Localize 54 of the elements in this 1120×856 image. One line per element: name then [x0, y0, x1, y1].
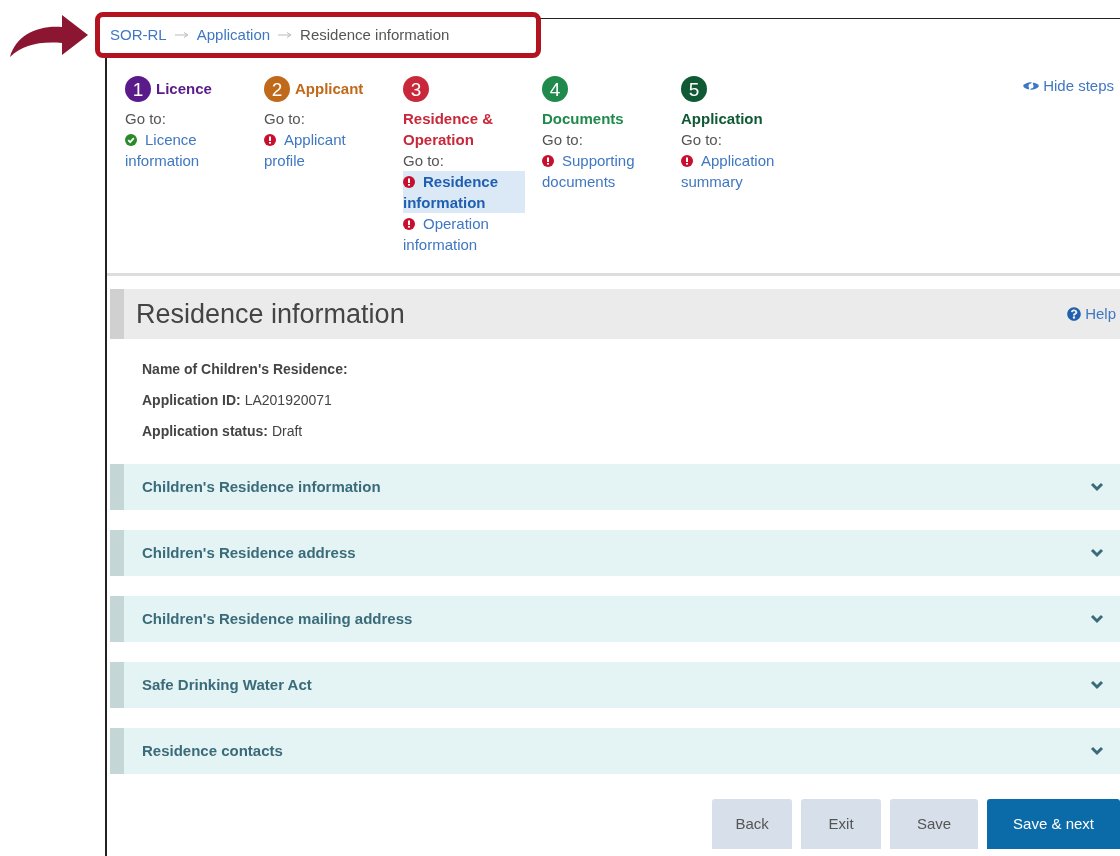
help-link[interactable]: Help [1067, 302, 1116, 326]
eye-slash-icon [1022, 79, 1041, 93]
info-line: Name of Children's Residence: [142, 360, 349, 379]
exclamation-circle-icon [403, 176, 415, 188]
exclamation-circle-icon [542, 155, 554, 167]
step-link[interactable]: Operation information [403, 213, 525, 255]
step-number: 2 [264, 76, 290, 102]
secondary-button[interactable]: Exit [801, 799, 882, 849]
accordion-header[interactable]: Children's Residence address [110, 530, 1120, 576]
goto-label: Go to: [403, 151, 445, 171]
step-title: Applicant [295, 79, 364, 99]
chevron-down-icon [1090, 548, 1104, 558]
chevron-down-icon [1090, 482, 1104, 492]
chevron-down-icon [1090, 746, 1104, 756]
step-link[interactable]: Residence information [403, 171, 525, 213]
step-title: Residence & Operation [403, 110, 494, 148]
step-title: Licence [156, 79, 212, 99]
arrow-right-icon [278, 32, 293, 38]
info-line: Application status: Draft [142, 422, 304, 441]
exclamation-circle-icon [264, 134, 276, 146]
breadcrumb-current: Residence information [300, 24, 450, 45]
goto-label: Go to: [542, 130, 584, 150]
goto-label: Go to: [264, 109, 306, 129]
step-link[interactable]: Licence information [125, 129, 247, 171]
step-title: Application [681, 110, 763, 127]
chevron-down-icon [1090, 614, 1104, 624]
step-number: 1 [125, 76, 151, 102]
exclamation-circle-icon [403, 218, 415, 230]
step-link[interactable]: Applicant profile [264, 129, 386, 171]
breadcrumb-link[interactable]: SOR-RL [110, 23, 167, 47]
step-number: 4 [542, 76, 568, 102]
secondary-button[interactable]: Back [712, 799, 793, 849]
primary-button[interactable]: Save & next [987, 799, 1120, 849]
hide-steps-link[interactable]: Hide steps [1022, 76, 1114, 96]
step-link[interactable]: Supporting documents [542, 150, 664, 192]
chevron-down-icon [1090, 680, 1104, 690]
arrow-right-icon [174, 32, 189, 38]
page-title: Residence information [136, 297, 405, 331]
accordion-header[interactable]: Children's Residence mailing address [110, 596, 1120, 642]
accordion-header[interactable]: Residence contacts [110, 728, 1120, 774]
step-number: 5 [681, 76, 707, 102]
step-link[interactable]: Application summary [681, 150, 803, 192]
accordion-header[interactable]: Children's Residence information [110, 464, 1120, 510]
step-title: Documents [542, 110, 624, 127]
secondary-button[interactable]: Save [890, 799, 979, 849]
goto-label: Go to: [681, 130, 723, 150]
breadcrumb-link[interactable]: Application [196, 23, 271, 47]
goto-label: Go to: [125, 109, 167, 129]
accordion-header[interactable]: Safe Drinking Water Act [110, 662, 1120, 708]
check-circle-icon [125, 134, 137, 146]
step-number: 3 [403, 76, 429, 102]
exclamation-circle-icon [681, 155, 693, 167]
help-icon [1067, 307, 1082, 321]
info-line: Application ID: LA201920071 [142, 391, 333, 410]
